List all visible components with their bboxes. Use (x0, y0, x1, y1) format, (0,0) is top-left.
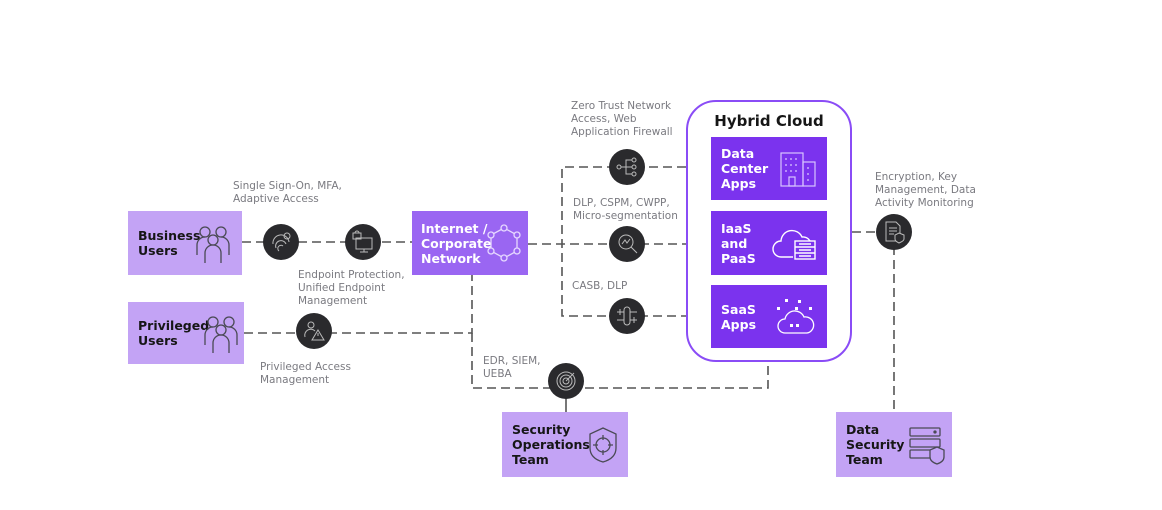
network-box: Internet / Corporate Network (412, 211, 528, 275)
encryption-control[interactable] (876, 214, 912, 250)
fingerprint-icon (272, 232, 291, 252)
people-icon (196, 226, 230, 263)
cloud-server-icon (772, 229, 816, 260)
endpoint-lock-icon (352, 230, 373, 253)
data-security-team-label: Data Security Team (846, 422, 905, 467)
analytics-search-icon (618, 234, 638, 254)
line-cloud-to-encryption (852, 231, 895, 412)
shield-target-icon (589, 426, 617, 463)
broker-icon (617, 306, 637, 326)
network-branch-icon (616, 157, 637, 177)
dlp-cspm-control[interactable] (609, 226, 645, 262)
network-ring-icon (487, 224, 521, 262)
encryption-label: Encryption, Key Management, Data Activit… (875, 171, 976, 209)
business-users-box: Business Users (128, 211, 242, 275)
ztna-control[interactable] (609, 149, 645, 185)
network-label: Internet / Corporate Network (421, 220, 492, 266)
iaas-paas-box: IaaS and PaaS (711, 211, 827, 275)
user-warning-icon (304, 321, 325, 341)
document-shield-icon (885, 221, 905, 244)
casb-control[interactable] (609, 298, 645, 334)
privileged-users-box: Privileged Users (128, 302, 244, 364)
radar-icon (556, 371, 576, 391)
data-center-apps-label: Data Center Apps (721, 146, 769, 191)
server-shield-icon (909, 426, 945, 465)
data-center-apps-box: Data Center Apps (711, 137, 827, 200)
edr-label: EDR, SIEM, UEBA (483, 355, 541, 380)
dlp-cspm-label: DLP, CSPM, CWPP, Micro-segmentation (573, 197, 678, 222)
iaas-paas-label: IaaS and PaaS (721, 220, 756, 266)
business-users-label: Business Users (138, 228, 201, 258)
hybrid-cloud-title: Hybrid Cloud (714, 112, 824, 130)
ztna-label: Zero Trust Network Access, Web Applicati… (571, 100, 673, 138)
soc-team-label: Security Operations Team (512, 422, 590, 467)
people-icon (204, 316, 238, 353)
privileged-users-label: Privileged Users (138, 318, 210, 348)
endpoint-control[interactable] (345, 224, 381, 260)
data-security-team-box: Data Security Team (836, 412, 952, 477)
casb-label: CASB, DLP (572, 280, 628, 292)
endpoint-label: Endpoint Protection, Unified Endpoint Ma… (298, 269, 405, 307)
edr-control[interactable] (548, 363, 584, 399)
sso-label: Single Sign-On, MFA, Adaptive Access (233, 180, 342, 205)
buildings-icon (780, 151, 816, 187)
pam-control[interactable] (296, 313, 332, 349)
pam-label: Privileged Access Management (260, 361, 351, 386)
cloud-apps-icon (777, 298, 815, 334)
sso-control[interactable] (263, 224, 299, 260)
saas-apps-box: SaaS Apps (711, 285, 827, 348)
soc-team-box: Security Operations Team (502, 412, 628, 477)
saas-apps-label: SaaS Apps (721, 301, 757, 332)
